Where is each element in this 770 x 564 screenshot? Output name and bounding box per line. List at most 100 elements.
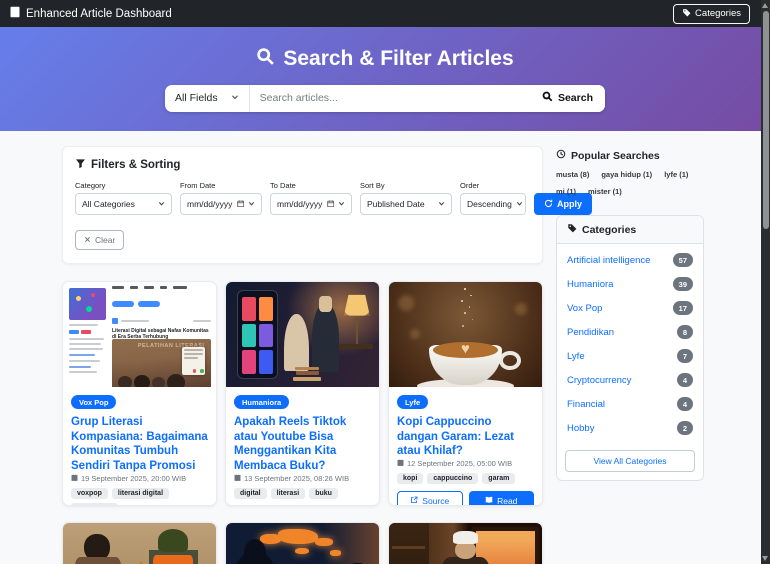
order-group: Order Descending [460,181,526,215]
calendar-icon [71,474,78,483]
popular-search-item[interactable]: gaya hidup (1) [601,170,652,179]
article-image-2 [226,282,379,387]
chevron-down-icon [231,92,239,104]
category-item[interactable]: Cryptocurrency 4 [557,368,703,392]
category-item[interactable]: Lyfe 7 [557,344,703,368]
category-item[interactable]: Vox Pop 17 [557,296,703,320]
calendar-icon[interactable] [327,199,335,209]
search-bar: All Fields Search [165,85,605,112]
category-item[interactable]: Humaniora 39 [557,272,703,296]
article-date: 13 September 2025, 08:26 WIB [234,474,371,483]
article-title-link[interactable]: Apakah Reels Tiktok atau Youtube Bisa Me… [234,415,371,474]
history-clock-icon [556,149,566,162]
navbar-categories-button[interactable]: Categories [673,4,750,24]
tag[interactable]: cappuccino [427,473,478,484]
from-date-input[interactable]: mm/dd/yyyy [180,193,262,215]
scrollbar[interactable] [761,0,770,564]
phone-shape [237,290,278,378]
hero-banner: Search & Filter Articles All Fields Sear… [0,27,770,131]
content-container: Filters & Sorting Category All Categorie… [62,146,704,564]
categories-footer: View All Categories [557,442,703,480]
article-title-link[interactable]: Kopi Cappuccino dangan Garam: Lezat atau… [397,415,534,459]
scroll-down-arrow[interactable] [762,556,768,561]
article-card-2: Humaniora Apakah Reels Tiktok atau Youtu… [225,281,380,506]
category-filter-group: Category All Categories [75,181,172,215]
tag-icon [682,8,691,20]
sidebar-column: Popular Searches musta (8) gaya hidup (1… [556,146,704,564]
sort-by-select[interactable]: Published Date [360,193,452,215]
article-image-5 [226,523,379,564]
popular-searches-header: Popular Searches [556,149,704,162]
search-field-select[interactable]: All Fields [165,85,250,112]
tag[interactable]: komunitas [71,503,118,506]
book-icon [485,496,493,506]
popular-search-item[interactable]: musta (8) [556,170,589,179]
article-body-1: Vox Pop Grup Literasi Kompasiana: Bagaim… [63,387,216,506]
silhouette-man [232,552,278,564]
worker-figure-left [75,557,121,564]
article-card-5 [225,522,380,564]
search-input[interactable] [250,85,530,112]
popular-searches-list: musta (8) gaya hidup (1) lyfe (1) mi (1)… [556,170,704,196]
count-badge: 39 [673,277,693,291]
worker-helmet-shape [158,529,189,552]
tag[interactable]: voxpop [71,488,108,499]
category-select[interactable]: All Categories [75,193,172,215]
chevron-down-icon [438,199,445,209]
popular-search-item[interactable]: lyfe (1) [664,170,688,179]
hero-title: Search & Filter Articles [256,47,513,72]
count-badge: 7 [677,349,693,363]
main-column: Filters & Sorting Category All Categorie… [62,146,543,564]
scrollbar-thumb[interactable] [763,11,769,229]
top-navbar: Enhanced Article Dashboard Categories [0,0,770,27]
clear-button[interactable]: Clear [75,230,124,250]
tag-icon [567,223,577,236]
popular-search-item[interactable]: mister (1) [588,187,622,196]
calendar-icon[interactable] [237,199,245,209]
tag[interactable]: literasi digital [112,488,169,499]
popular-search-item[interactable]: mi (1) [556,187,576,196]
source-button[interactable]: Source [397,491,463,506]
bookshelf-shape [389,523,429,564]
category-item[interactable]: Pendidikan 8 [557,320,703,344]
article-meta-1: 19 September 2025, 20:00 WIB voxpop lite… [71,474,208,506]
article-card-3: ♥ Lyfe Kopi Cappuccino dangan Garam: Lez… [388,281,543,506]
tag[interactable]: buku [309,488,338,499]
funnel-icon [75,158,86,172]
scroll-up-arrow[interactable] [762,3,768,8]
count-badge: 2 [677,421,693,435]
app-brand[interactable]: Enhanced Article Dashboard [9,6,172,21]
webpage-article-mock: Literasi Digital sebagai Nafas Komunitas… [112,286,211,387]
article-body-3: Lyfe Kopi Cappuccino dangan Garam: Lezat… [389,387,542,506]
view-all-categories-button[interactable]: View All Categories [565,450,695,472]
category-badge[interactable]: Humaniora [234,395,289,409]
read-button[interactable]: Read [469,491,535,506]
journal-icon [9,6,21,21]
webpage-sidebar-mock [69,288,106,383]
order-select[interactable]: Descending [460,193,526,215]
category-badge[interactable]: Lyfe [397,395,428,409]
chevron-down-icon [338,199,345,209]
articles-grid-row-1: Literasi Digital sebagai Nafas Komunitas… [62,281,543,506]
tag[interactable]: garam [482,473,515,484]
search-submit-button[interactable]: Search [530,85,605,112]
app-title: Enhanced Article Dashboard [26,8,172,20]
x-icon [84,235,91,245]
tag[interactable]: digital [234,488,267,499]
filters-row: Category All Categories From Date mm/dd/… [75,181,530,215]
tag[interactable]: literasi [271,488,306,499]
category-item[interactable]: Financial 4 [557,392,703,416]
category-item[interactable]: Hobby 2 [557,416,703,440]
tag[interactable]: kopi [397,473,423,484]
to-date-input[interactable]: mm/dd/yyyy [270,193,352,215]
category-badge[interactable]: Vox Pop [71,395,116,409]
category-item[interactable]: Artificial intelligence 57 [557,248,703,272]
chevron-down-icon [248,199,255,209]
article-card-1: Literasi Digital sebagai Nafas Komunitas… [62,281,217,506]
article-title-link[interactable]: Grup Literasi Kompasiana: Bagaimana Komu… [71,415,208,474]
article-tags: kopi cappuccino garam [397,473,534,484]
to-date-group: To Date mm/dd/yyyy [270,181,352,215]
article-image-6 [389,523,542,564]
calendar-icon [397,459,404,468]
count-badge: 8 [677,325,693,339]
